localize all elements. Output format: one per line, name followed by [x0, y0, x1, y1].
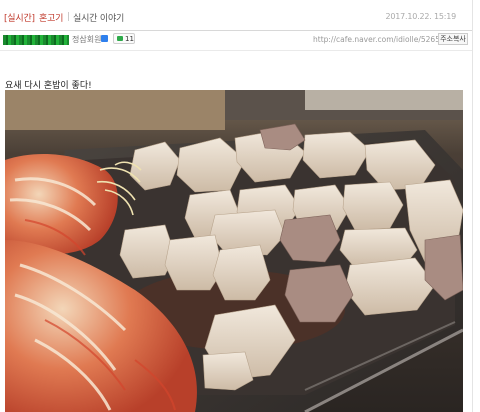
post-url[interactable]: http://cafe.naver.com/idiolle/526510: [313, 35, 450, 44]
post-title: 혼고기: [39, 14, 64, 24]
content-border: [472, 0, 473, 412]
member-grade: 정삼회원: [72, 35, 102, 44]
board-link[interactable]: 실시간 이야기: [73, 11, 124, 24]
divider: [68, 12, 69, 21]
author-row: 정삼회원 11 http://cafe.naver.com/idiolle/52…: [0, 30, 472, 51]
post-header: [실시간] 혼고기 실시간 이야기 2017.10.22. 15:19: [0, 0, 472, 31]
author-nickname[interactable]: [3, 35, 69, 45]
post-date: 2017.10.22. 15:19: [385, 12, 456, 21]
post-photo[interactable]: [5, 90, 463, 412]
grade-icon: [101, 35, 108, 42]
comment-button[interactable]: 11: [113, 33, 135, 44]
copy-url-button[interactable]: 주소복사: [438, 33, 468, 45]
comment-count: 11: [125, 35, 134, 43]
post-category[interactable]: [실시간]: [4, 11, 35, 24]
bbq-photo-image: [5, 90, 463, 412]
comment-icon: [117, 36, 123, 41]
